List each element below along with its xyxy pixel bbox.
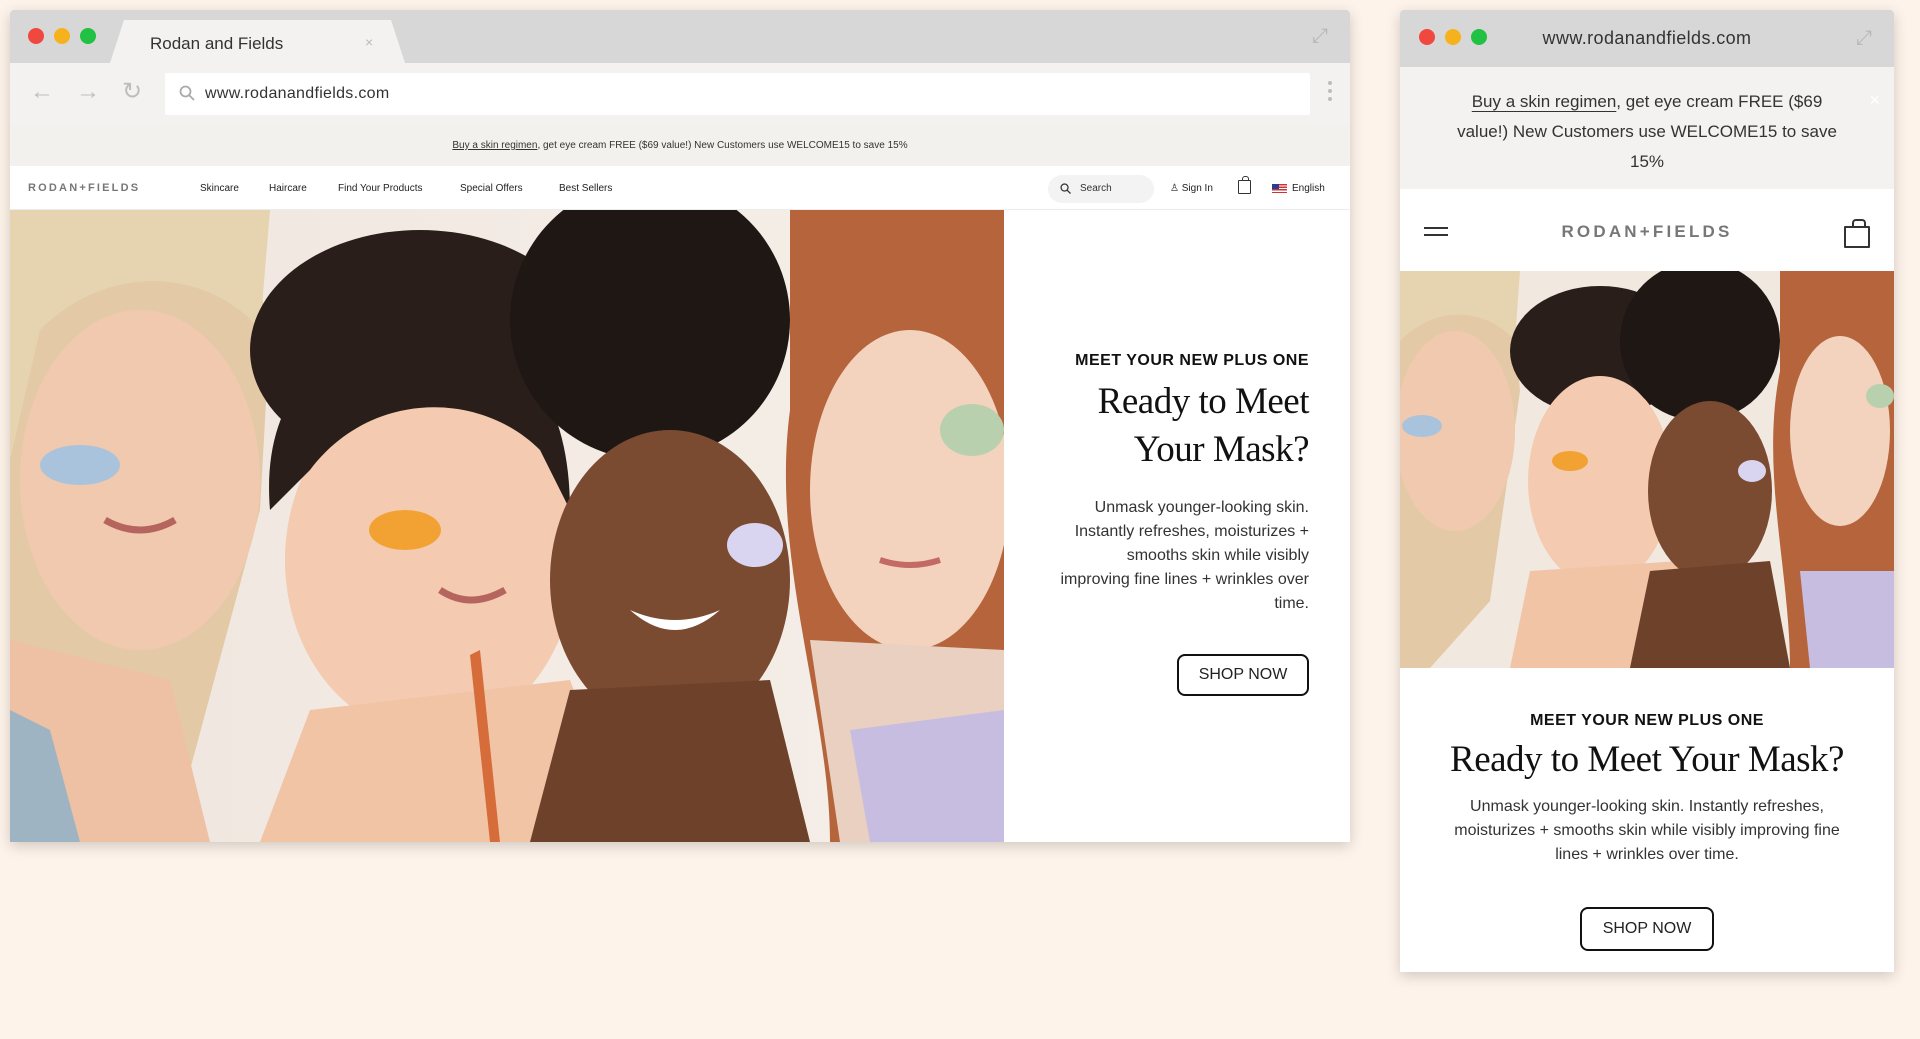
- nav-link-find-your-products[interactable]: Find Your Products: [338, 183, 423, 194]
- hero-photo-four-women: [10, 210, 1004, 842]
- mobile-hero-image: [1400, 271, 1894, 668]
- mobile-site-header: RODAN+FIELDS: [1400, 189, 1894, 271]
- green-mask-swatch: [940, 404, 1004, 456]
- more-menu-icon[interactable]: [1328, 81, 1332, 105]
- sign-in-label: Sign In: [1181, 183, 1213, 194]
- expand-icon[interactable]: ⤢: [1856, 28, 1876, 48]
- promo-banner: Buy a skin regimen, get eye cream FREE (…: [10, 125, 1350, 166]
- nav-link-best-sellers[interactable]: Best Sellers: [559, 183, 612, 194]
- hero-photo-four-women: [1400, 271, 1894, 668]
- promo-text: , get eye cream FREE ($69 value!) New Cu…: [537, 140, 908, 151]
- tab-title: Rodan and Fields: [150, 34, 284, 53]
- address-bar-url: www.rodanandfields.com: [205, 85, 390, 102]
- hero-description: Unmask younger-looking skin. Instantly r…: [1060, 499, 1309, 612]
- reload-icon[interactable]: ↻: [122, 80, 142, 104]
- hero-text-panel: MEET YOUR NEW PLUS ONE Ready to Meet You…: [1004, 210, 1350, 842]
- site-header: RODAN+FIELDS Skincare Haircare Find Your…: [10, 166, 1350, 210]
- nav-link-skincare[interactable]: Skincare: [200, 183, 239, 194]
- browser-toolbar: ← → ↻ www.rodanandfields.com: [10, 63, 1350, 125]
- expand-icon[interactable]: ⤢: [1312, 26, 1332, 46]
- language-selector[interactable]: English: [1292, 183, 1325, 194]
- desktop-title-bar: Rodan and Fields × ⤢: [10, 10, 1350, 63]
- desktop-browser-window: Rodan and Fields × ⤢ ← → ↻ www.rodanandf…: [10, 10, 1350, 842]
- hero-image: [10, 210, 1004, 842]
- user-icon: ♙: [1170, 183, 1179, 194]
- hero-eyebrow: MEET YOUR NEW PLUS ONE: [1530, 712, 1764, 729]
- mobile-address-url[interactable]: www.rodanandfields.com: [1400, 28, 1894, 49]
- nav-link-special-offers[interactable]: Special Offers: [460, 183, 523, 194]
- lavender-mask-swatch: [727, 523, 783, 567]
- shopping-bag-icon[interactable]: [1238, 176, 1251, 194]
- minimize-window-button[interactable]: [54, 28, 70, 44]
- hero-description: Unmask younger-looking skin. Instantly r…: [1454, 798, 1840, 863]
- site-search-input[interactable]: Search: [1048, 175, 1154, 203]
- address-bar[interactable]: www.rodanandfields.com: [165, 73, 1310, 115]
- hero-headline: Ready to Meet Your Mask?: [1450, 739, 1844, 780]
- close-window-button[interactable]: [28, 28, 44, 44]
- site-logo[interactable]: RODAN+FIELDS: [28, 182, 140, 194]
- shop-now-button[interactable]: SHOP NOW: [1177, 654, 1309, 696]
- blue-mask-swatch: [40, 445, 120, 485]
- window-controls: [28, 28, 96, 44]
- back-arrow-icon[interactable]: ←: [30, 80, 54, 104]
- tab-close-icon[interactable]: ×: [365, 34, 373, 50]
- forward-arrow-icon[interactable]: →: [76, 80, 100, 104]
- sign-in-link[interactable]: ♙ Sign In: [1170, 183, 1213, 194]
- mobile-promo-banner: Buy a skin regimen, get eye cream FREE (…: [1400, 67, 1894, 189]
- promo-link[interactable]: Buy a skin regimen: [1472, 92, 1617, 111]
- mobile-hero-text-panel: MEET YOUR NEW PLUS ONE Ready to Meet You…: [1400, 668, 1894, 972]
- mobile-browser-window: www.rodanandfields.com ⤢ Buy a skin regi…: [1400, 10, 1894, 972]
- mobile-title-bar: www.rodanandfields.com ⤢: [1400, 10, 1894, 67]
- promo-link[interactable]: Buy a skin regimen: [452, 140, 537, 151]
- hero-headline: Ready to Meet Your Mask?: [1097, 381, 1310, 470]
- search-icon: [1060, 183, 1071, 194]
- shopping-bag-icon[interactable]: [1844, 219, 1870, 248]
- orange-mask-swatch: [369, 510, 441, 550]
- close-banner-icon[interactable]: ×: [1869, 85, 1880, 115]
- maximize-window-button[interactable]: [80, 28, 96, 44]
- browser-tab[interactable]: Rodan and Fields ×: [110, 20, 405, 63]
- us-flag-icon: [1272, 184, 1287, 193]
- hero-eyebrow: MEET YOUR NEW PLUS ONE: [1075, 352, 1309, 369]
- shop-now-button[interactable]: SHOP NOW: [1580, 907, 1714, 951]
- search-placeholder: Search: [1080, 183, 1112, 194]
- nav-link-haircare[interactable]: Haircare: [269, 183, 307, 194]
- search-icon: [179, 85, 195, 101]
- site-logo[interactable]: RODAN+FIELDS: [1400, 222, 1894, 242]
